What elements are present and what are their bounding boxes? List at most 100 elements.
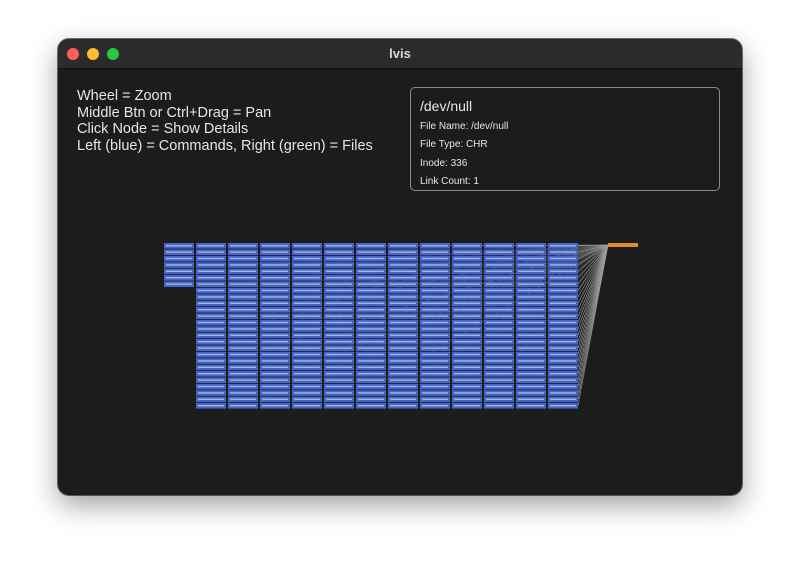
command-node-label	[198, 353, 224, 356]
command-node-label	[326, 392, 352, 394]
command-node-label	[262, 251, 288, 253]
command-node-label	[390, 302, 416, 304]
command-node-label	[454, 360, 480, 362]
command-node-label	[166, 245, 192, 247]
command-node-label	[262, 405, 288, 407]
command-node-label	[390, 309, 416, 311]
command-node-label	[326, 270, 352, 272]
command-node-label	[518, 405, 544, 407]
command-node-label	[358, 270, 384, 272]
command-node-label	[422, 283, 448, 285]
command-node-label	[422, 366, 448, 368]
command-node-label	[166, 270, 192, 272]
command-node-label	[166, 251, 192, 253]
command-node-label	[294, 398, 320, 400]
command-node-label	[486, 360, 512, 362]
command-node-label	[358, 309, 384, 311]
file-access-graph[interactable]	[58, 39, 742, 495]
command-node-label	[294, 283, 320, 285]
command-node-label	[422, 353, 448, 356]
command-node-label	[230, 392, 256, 394]
command-node-label	[454, 257, 480, 260]
command-node-label	[230, 385, 256, 388]
command-node-label	[454, 277, 480, 279]
file-node[interactable]	[608, 243, 638, 247]
command-node-label	[198, 373, 224, 375]
command-node-label	[486, 341, 512, 343]
command-node-label	[326, 341, 352, 343]
command-node-label	[294, 315, 320, 317]
command-node-label	[390, 392, 416, 394]
command-node-label	[358, 245, 384, 247]
command-node-label	[198, 405, 224, 407]
command-node-label	[294, 264, 320, 266]
command-node-label	[294, 341, 320, 343]
command-node-label	[230, 257, 256, 260]
command-node-label	[294, 360, 320, 362]
command-node-label	[550, 251, 576, 253]
command-node-label	[262, 277, 288, 279]
command-node-label	[390, 353, 416, 356]
command-node-label	[358, 321, 384, 324]
command-node-label	[358, 277, 384, 279]
command-node-label	[358, 398, 384, 400]
command-node-label	[230, 379, 256, 381]
command-node-label	[454, 379, 480, 381]
command-node-label	[294, 245, 320, 247]
command-node-label	[550, 289, 576, 292]
command-node-label	[550, 328, 576, 330]
command-node-label	[326, 302, 352, 304]
command-node-label	[166, 257, 192, 260]
command-node-label	[230, 405, 256, 407]
command-node-label	[518, 277, 544, 279]
command-node-label	[262, 321, 288, 324]
command-node-label	[166, 264, 192, 266]
command-node-label	[294, 334, 320, 336]
command-node-label	[486, 347, 512, 349]
command-node-label	[198, 257, 224, 260]
command-node-label	[230, 334, 256, 336]
command-node-label	[518, 315, 544, 317]
command-node-label	[390, 270, 416, 272]
command-node-label	[390, 385, 416, 388]
command-node-label	[326, 398, 352, 400]
command-node-label	[422, 296, 448, 298]
command-node-label	[518, 366, 544, 368]
command-node-label	[198, 347, 224, 349]
command-node-label	[422, 315, 448, 317]
command-node-label	[454, 245, 480, 247]
command-node-label	[390, 321, 416, 324]
command-node-label	[422, 347, 448, 349]
command-node-label	[294, 309, 320, 311]
command-node-label	[390, 251, 416, 253]
command-node-label	[358, 315, 384, 317]
command-node-label	[454, 264, 480, 266]
command-node-label	[166, 277, 192, 279]
command-node-label	[262, 373, 288, 375]
command-node-label	[390, 405, 416, 407]
command-node-label	[230, 347, 256, 349]
command-node-label	[422, 257, 448, 260]
command-node-label	[550, 353, 576, 356]
command-node-label	[518, 321, 544, 324]
command-node-label	[422, 379, 448, 381]
command-node-label	[198, 296, 224, 298]
command-node-label	[550, 347, 576, 349]
command-node-label	[198, 360, 224, 362]
command-node-label	[486, 251, 512, 253]
command-node-label	[358, 360, 384, 362]
command-node-label	[198, 334, 224, 336]
command-node-label	[518, 264, 544, 266]
command-node-label	[262, 309, 288, 311]
command-node-label	[550, 296, 576, 298]
command-node-label	[454, 373, 480, 375]
command-node-label	[230, 264, 256, 266]
command-node-label	[518, 257, 544, 260]
command-node-label	[326, 289, 352, 292]
command-node-label	[262, 283, 288, 285]
command-node-label	[422, 405, 448, 407]
command-node-label	[454, 405, 480, 407]
command-node-label	[198, 283, 224, 285]
command-node-label	[454, 251, 480, 253]
command-node-label	[326, 360, 352, 362]
